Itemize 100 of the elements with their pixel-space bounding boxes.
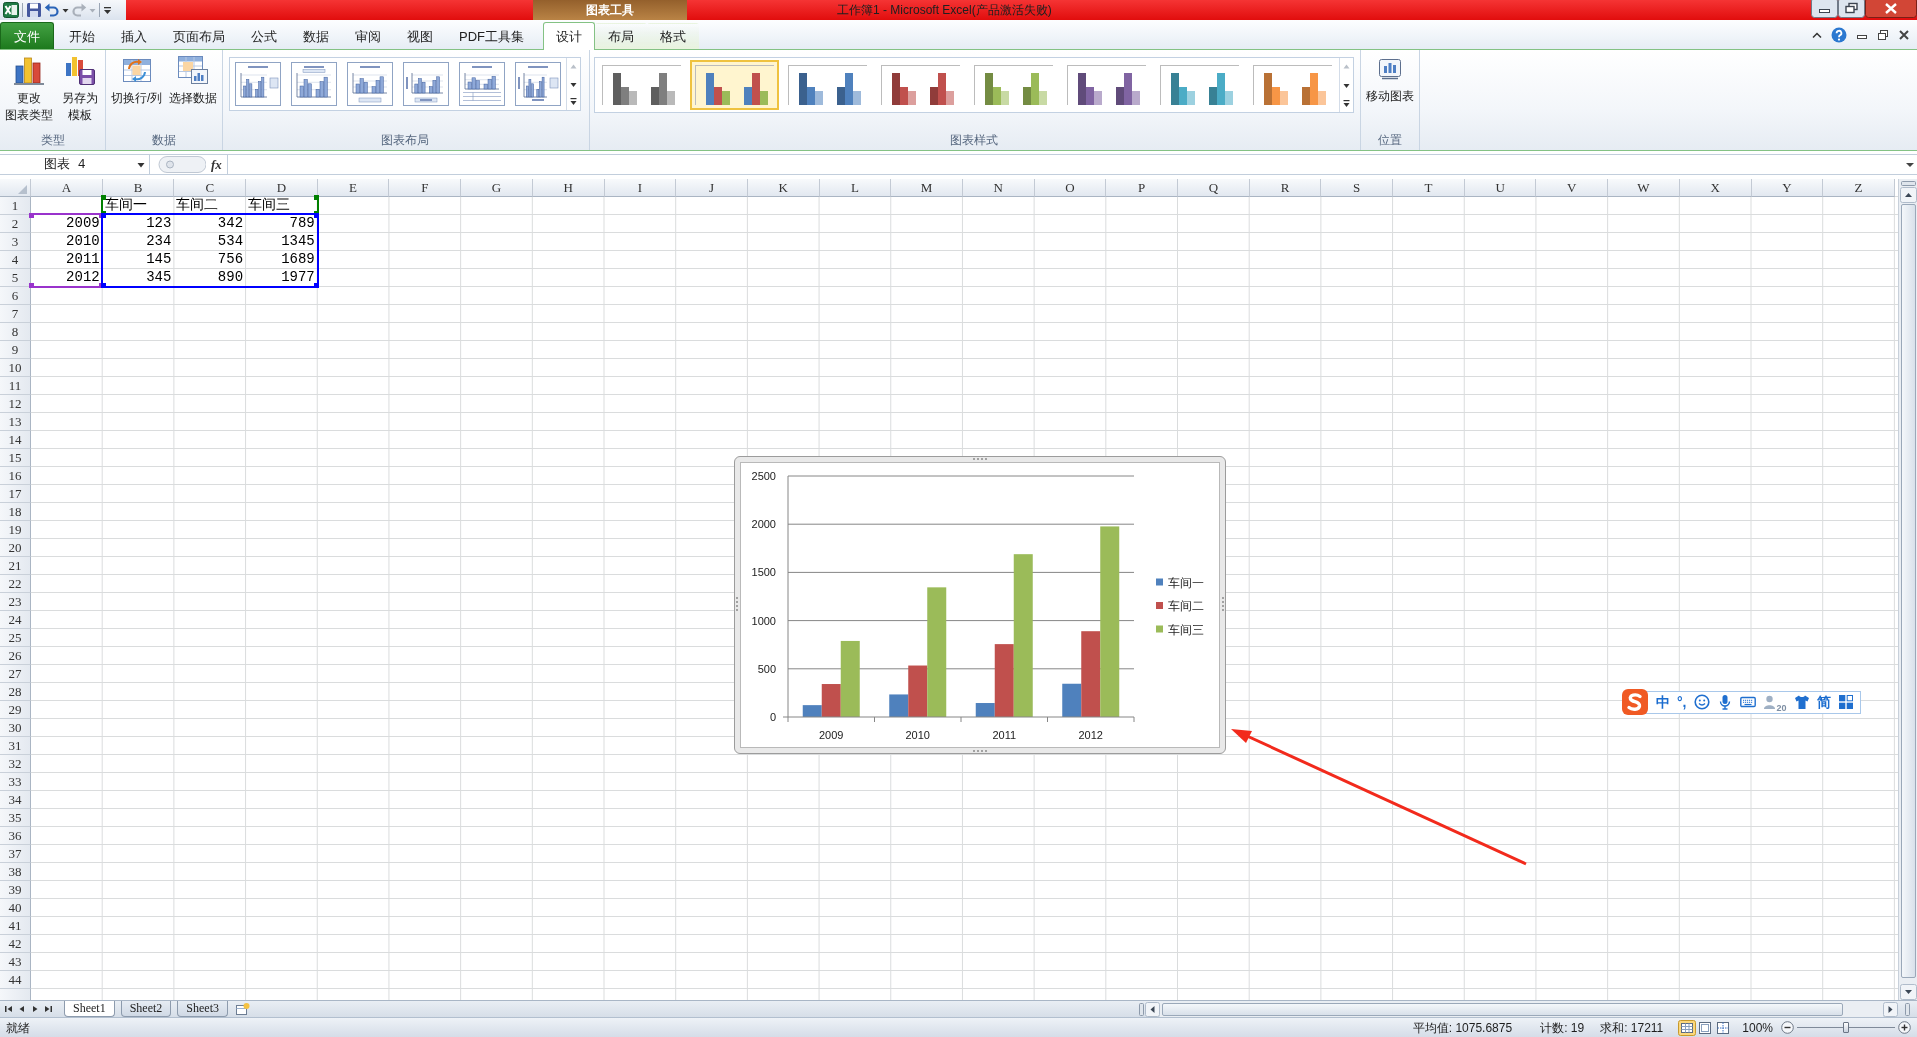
arrow-left-icon[interactable] <box>1145 1001 1160 1017</box>
keyboard-icon[interactable] <box>1739 694 1756 710</box>
row-header[interactable]: 5 <box>0 269 31 287</box>
ribbon-tab[interactable]: 页面布局 <box>160 23 238 49</box>
column-header[interactable]: S <box>1321 179 1394 197</box>
close-icon[interactable] <box>1898 28 1910 41</box>
column-header[interactable]: Y <box>1751 179 1824 197</box>
slider-thumb[interactable] <box>1843 1022 1849 1033</box>
smiley-icon[interactable] <box>1693 694 1710 710</box>
column-header[interactable]: C <box>174 179 247 197</box>
column-header[interactable]: A <box>31 179 103 197</box>
splitter-grip-icon[interactable] <box>158 155 206 174</box>
row-header[interactable]: 37 <box>0 845 31 863</box>
row-header[interactable]: 25 <box>0 629 31 647</box>
split-handle-icon[interactable] <box>1137 1001 1145 1017</box>
resize-handle-icon[interactable] <box>1221 596 1225 612</box>
row-header[interactable]: 44 <box>0 971 31 989</box>
row-header[interactable]: 42 <box>0 935 31 953</box>
row-header[interactable]: 38 <box>0 863 31 881</box>
column-header[interactable]: T <box>1393 179 1465 197</box>
ribbon-tab[interactable]: 审阅 <box>342 23 394 49</box>
caret-icon[interactable] <box>137 160 145 169</box>
arrow-up-icon[interactable] <box>1899 187 1917 203</box>
row-header[interactable]: 40 <box>0 899 31 917</box>
arrow-down-icon[interactable] <box>1899 984 1917 1000</box>
row-header[interactable]: 34 <box>0 791 31 809</box>
row-header[interactable]: 22 <box>0 575 31 593</box>
restore-icon[interactable] <box>1838 0 1865 18</box>
resize-handle-icon[interactable] <box>972 749 988 753</box>
column-header[interactable]: N <box>962 179 1035 197</box>
row-header[interactable]: 24 <box>0 611 31 629</box>
row-header[interactable]: 17 <box>0 485 31 503</box>
row-header[interactable]: 1 <box>0 197 31 215</box>
input-method-toolbar[interactable]: 中 °, 20 简 <box>1646 690 1861 714</box>
column-header[interactable]: M <box>891 179 963 197</box>
zoom-out-icon[interactable] <box>1781 1021 1794 1034</box>
chart-layout-icon[interactable] <box>291 62 338 106</box>
column-header[interactable]: W <box>1608 179 1680 197</box>
row-header[interactable]: 32 <box>0 755 31 773</box>
row-header[interactable]: 8 <box>0 323 31 341</box>
ribbon-tab[interactable]: 格式 <box>647 23 699 49</box>
column-header[interactable]: F <box>389 179 462 197</box>
row-header[interactable]: 35 <box>0 809 31 827</box>
ribbon-tab[interactable]: 文件 <box>0 22 54 49</box>
ribbon-tab[interactable]: 开始 <box>56 23 108 49</box>
sheet-tab[interactable]: Sheet1 <box>64 1001 115 1017</box>
minimize-icon[interactable] <box>1811 0 1838 18</box>
chart-layout-icon[interactable] <box>403 62 450 106</box>
chart-layout-icon[interactable] <box>515 62 562 106</box>
split-handle-icon[interactable] <box>1899 179 1917 187</box>
move-chart-button[interactable]: 移动图表 <box>1364 52 1417 107</box>
skip-first-icon[interactable] <box>4 1004 14 1014</box>
row-header[interactable]: 43 <box>0 953 31 971</box>
language-toggle[interactable]: 中 <box>1656 692 1670 712</box>
column-header[interactable]: B <box>102 179 175 197</box>
ribbon-tab[interactable]: 布局 <box>595 23 647 49</box>
chart-layout-icon[interactable] <box>235 62 282 106</box>
script-toggle[interactable]: 简 <box>1816 692 1831 712</box>
sheet-tab[interactable]: Sheet2 <box>120 1001 172 1017</box>
chart-style-option[interactable] <box>690 60 780 110</box>
arrow-left-icon[interactable] <box>17 1004 27 1014</box>
column-header[interactable]: H <box>532 179 605 197</box>
column-header[interactable]: X <box>1679 179 1752 197</box>
column-header[interactable]: Z <box>1823 179 1895 197</box>
row-header[interactable]: 39 <box>0 881 31 899</box>
row-header[interactable]: 11 <box>0 377 31 395</box>
undo-icon[interactable] <box>44 2 60 18</box>
row-header[interactable]: 15 <box>0 449 31 467</box>
column-header[interactable]: R <box>1249 179 1322 197</box>
skip-last-icon[interactable] <box>43 1004 53 1014</box>
restore-icon[interactable] <box>1877 28 1889 41</box>
ribbon-tab[interactable]: 数据 <box>290 23 342 49</box>
row-header[interactable]: 14 <box>0 431 31 449</box>
row-header[interactable]: 27 <box>0 665 31 683</box>
row-header[interactable]: 10 <box>0 359 31 377</box>
column-header[interactable]: K <box>747 179 820 197</box>
switch-row-column-button[interactable]: 切换行/列 <box>109 52 165 109</box>
row-header[interactable]: 13 <box>0 413 31 431</box>
ribbon-tab[interactable]: 插入 <box>108 23 160 49</box>
row-header[interactable]: 2 <box>0 215 31 233</box>
column-header[interactable]: V <box>1536 179 1609 197</box>
resize-handle-icon[interactable] <box>735 596 739 612</box>
row-header[interactable]: 18 <box>0 503 31 521</box>
insert-function-button[interactable]: fx <box>206 156 227 173</box>
chart-area[interactable]: 0 500 1000 1500 2000 2500 2009 2010 2011 2012 车间一 车间二 车间三 <box>734 456 1226 754</box>
row-header[interactable]: 29 <box>0 701 31 719</box>
new-sheet-icon[interactable] <box>234 1002 250 1016</box>
normal-view-icon[interactable] <box>1678 1019 1697 1036</box>
collapse-ribbon-icon[interactable] <box>1812 30 1822 39</box>
column-header[interactable]: L <box>819 179 892 197</box>
chart-layout-icon[interactable] <box>347 62 394 106</box>
change-chart-type-button[interactable]: 更改 图表类型 <box>3 52 55 126</box>
zoom-in-icon[interactable] <box>1898 1021 1911 1034</box>
close-icon[interactable] <box>1865 0 1917 18</box>
arrow-right-icon[interactable] <box>30 1004 40 1014</box>
scrollbar-thumb[interactable] <box>1162 1002 1843 1016</box>
row-header[interactable]: 26 <box>0 647 31 665</box>
ribbon-tab[interactable]: 公式 <box>238 23 290 49</box>
row-header[interactable]: 7 <box>0 305 31 323</box>
row-header[interactable]: 36 <box>0 827 31 845</box>
